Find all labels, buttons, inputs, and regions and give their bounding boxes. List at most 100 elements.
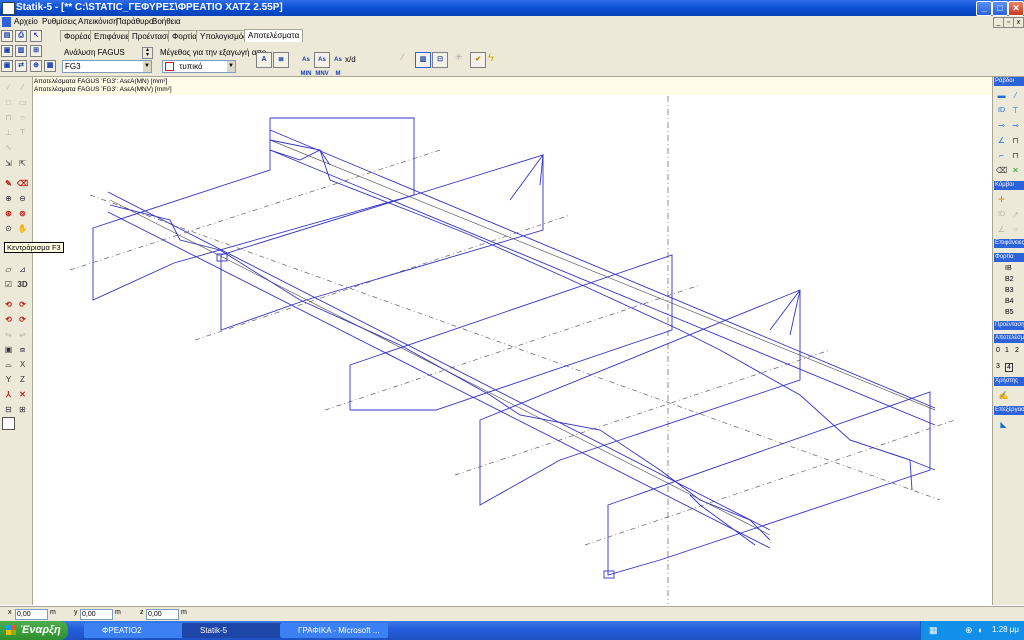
save-all-icon[interactable]: ▣	[1, 60, 13, 72]
portal-icon[interactable]: ⊓	[1009, 149, 1022, 162]
copy-tool-icon[interactable]: ⇱	[16, 157, 29, 170]
taskbar-item-folder[interactable]: ΦΡΕΑΤΙΟ2	[84, 623, 192, 638]
delete-member-icon[interactable]: ✕	[1009, 164, 1022, 177]
app-icon[interactable]	[2, 2, 15, 15]
axes2-icon[interactable]: ✕	[16, 388, 29, 401]
document-icon[interactable]	[2, 17, 11, 27]
rect2-tool-icon[interactable]: ▭	[16, 96, 29, 109]
result-number[interactable]: 0	[996, 347, 1000, 354]
cube2-icon[interactable]: ⧈	[16, 343, 29, 356]
center-icon[interactable]: ⊙	[2, 222, 15, 235]
minimize-button[interactable]: _	[976, 1, 992, 16]
load-case-item[interactable]: B5	[1005, 309, 1014, 316]
node-circle-icon[interactable]: ○	[1009, 223, 1022, 236]
chevron-down-icon[interactable]: ▼	[143, 61, 151, 72]
diagram-icon[interactable]: ▥	[415, 52, 431, 68]
clock[interactable]: 1:28 μμ	[992, 625, 1019, 634]
menu-window[interactable]: Παράθυρο	[116, 17, 153, 26]
section-members[interactable]: Ράβδοι	[994, 77, 1024, 86]
text-tool-icon[interactable]: T	[16, 126, 29, 139]
circle-tool-icon[interactable]: ○	[16, 111, 29, 124]
menu-settings[interactable]: Ρυθμίσεις	[42, 17, 77, 26]
doc-close-button[interactable]: x	[1013, 17, 1024, 28]
analysis-spin-button[interactable]: ▴ ▾	[142, 47, 153, 59]
network-icon[interactable]: ▦	[929, 625, 938, 636]
cube-icon[interactable]: ▣	[2, 343, 15, 356]
split-icon[interactable]: ⊸	[995, 119, 1008, 132]
as-mnv-button[interactable]: As MNV	[314, 52, 330, 77]
mirror2-icon[interactable]: ⇌	[16, 328, 29, 341]
view-x-button[interactable]: X	[16, 358, 29, 371]
save-icon[interactable]: ▣	[1, 45, 13, 57]
load-case-item[interactable]: B2	[1005, 276, 1014, 283]
line-icon[interactable]: ⁄	[402, 52, 412, 66]
as-min-button[interactable]: As MIN	[298, 52, 314, 77]
join-icon[interactable]: ⊸	[1009, 119, 1022, 132]
rotate-x-icon[interactable]: ⟲	[2, 298, 15, 311]
curve-tool-icon[interactable]: ∿	[2, 141, 15, 154]
section-nodes[interactable]: Κόμβοι	[994, 181, 1024, 190]
line-tool-icon[interactable]: ⁄	[2, 81, 15, 94]
member-tool-icon[interactable]: ▬	[995, 89, 1008, 102]
box-view2-icon[interactable]: ⊞	[16, 403, 29, 416]
angle-icon[interactable]: ∠	[995, 134, 1008, 147]
axes-icon[interactable]: ⅄	[2, 388, 15, 401]
pan-hand-icon[interactable]: ✋	[16, 222, 29, 235]
table-icon[interactable]: ▦	[44, 60, 56, 72]
export-size-select[interactable]: τυπικό ▼	[162, 60, 236, 73]
star-icon[interactable]: ✳	[455, 52, 465, 66]
node-move-icon[interactable]: ↗	[1009, 208, 1022, 221]
view-3d-button[interactable]: 3D	[16, 278, 29, 291]
curve-member-icon[interactable]: ⁄	[1009, 89, 1022, 102]
eraser-icon[interactable]: ⌫	[16, 177, 29, 190]
user-pen-icon[interactable]: ✍	[997, 389, 1010, 402]
new-icon[interactable]: ▤	[1, 30, 13, 42]
result-number[interactable]: 2	[1015, 347, 1019, 354]
zoom-select-icon[interactable]: ⊡	[432, 52, 448, 68]
layers-icon[interactable]: ▥	[15, 45, 27, 57]
color-swatch[interactable]	[2, 417, 15, 430]
rotate-y-icon[interactable]: ⟳	[16, 298, 29, 311]
box-view-icon[interactable]: ⊟	[2, 403, 15, 416]
as-m-button[interactable]: As M	[330, 52, 346, 77]
lightning-icon[interactable]: ϟ	[488, 52, 500, 66]
rotate-z-icon[interactable]: ⟲	[2, 313, 15, 326]
edit-triangle-icon[interactable]: ◣	[997, 418, 1010, 431]
zoom-window-icon[interactable]: ⊛	[2, 207, 15, 220]
zoom-all-icon[interactable]: ⊚	[16, 207, 29, 220]
grid-icon[interactable]: ⊞	[30, 45, 42, 57]
maximize-button[interactable]: □	[992, 1, 1008, 16]
tab-results[interactable]: Αποτελέσματα	[244, 29, 304, 42]
view-y-button[interactable]: Y	[2, 373, 15, 386]
export-icon[interactable]: ⇄	[15, 60, 27, 72]
result-number[interactable]: 4	[1005, 363, 1013, 372]
load-case-item[interactable]: B4	[1005, 298, 1014, 305]
diagonal-tool-icon[interactable]: ⁄	[16, 81, 29, 94]
zoom-out-icon[interactable]: ⊖	[16, 192, 29, 205]
title-bar[interactable]: Statik-5 - [** C:\STATIC_ΓΕΦΥΡΕΣ\ΦΡΕΑΤΙΟ…	[0, 0, 1024, 16]
section-user[interactable]: Χρήστης	[994, 377, 1024, 386]
y-coordinate-field[interactable]: 0,00	[80, 609, 113, 620]
load-case-item[interactable]: B3	[1005, 287, 1014, 294]
close-button[interactable]: ✕	[1008, 1, 1024, 16]
section-results[interactable]: Αποτελέσμ.	[994, 334, 1024, 343]
chevron-down-icon[interactable]: ▼	[227, 61, 235, 72]
frame-tool-icon[interactable]: ⊓	[2, 111, 15, 124]
load-case-item[interactable]: IB	[1005, 265, 1012, 272]
node-id-button[interactable]: ID	[995, 208, 1008, 221]
rotate-free-icon[interactable]: ⟳	[16, 313, 29, 326]
menu-help[interactable]: Βοήθεια	[152, 17, 181, 26]
start-button[interactable]: Έναρξη	[0, 621, 68, 640]
drawing-canvas[interactable]	[33, 95, 991, 605]
menu-view[interactable]: Απεικόνιση	[78, 17, 118, 26]
calc-icon[interactable]: ⊕	[30, 60, 42, 72]
z-coordinate-field[interactable]: 0,00	[146, 609, 179, 620]
node-icon[interactable]: ✛	[995, 193, 1008, 206]
view-2d-icon[interactable]: ☑	[2, 278, 15, 291]
x-over-d-button[interactable]: x/d	[345, 55, 356, 64]
dim-tool-icon[interactable]: ⊥	[2, 126, 15, 139]
menu-file[interactable]: Αρχείο	[14, 17, 38, 26]
volume-icon[interactable]: ◖	[977, 625, 982, 635]
analysis-select[interactable]: FG3 ▼	[62, 60, 152, 73]
result-number[interactable]: 3	[996, 363, 1000, 370]
